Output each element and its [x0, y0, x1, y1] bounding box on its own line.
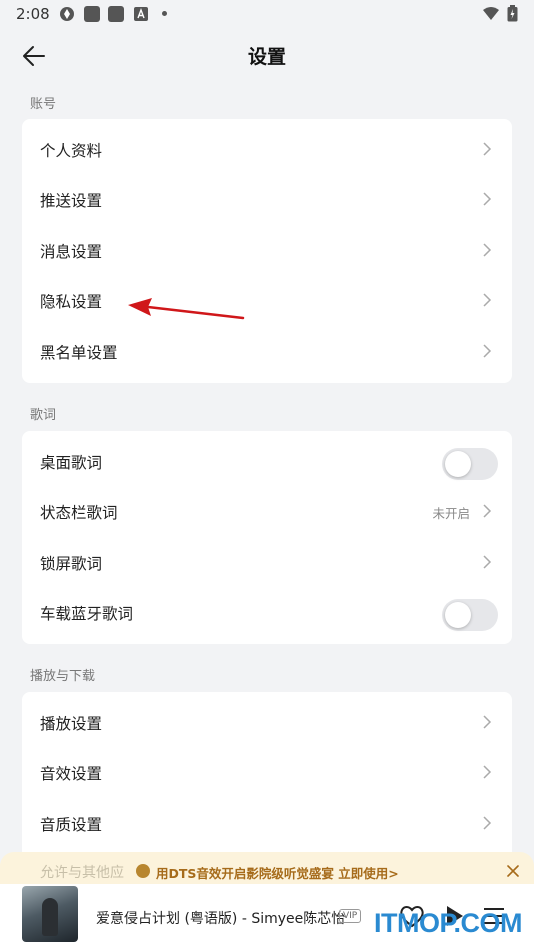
settings-row-profile[interactable]: 个人资料: [22, 125, 512, 175]
partially-hidden-row-label: 允许与其他应: [40, 865, 124, 881]
settings-row-privacy[interactable]: 隐私设置: [22, 276, 512, 326]
font-a-icon: [134, 7, 148, 21]
settings-row-messages[interactable]: 消息设置: [22, 226, 512, 276]
row-label: 消息设置: [40, 243, 103, 261]
settings-row-statusbar-lyrics[interactable]: 状态栏歌词 未开启: [22, 487, 512, 537]
car-bluetooth-lyrics-toggle[interactable]: [442, 599, 498, 631]
chevron-right-icon: [483, 765, 492, 779]
row-label: 隐私设置: [40, 293, 103, 311]
status-bar: 2:08: [0, 0, 534, 28]
status-time: 2:08: [16, 5, 50, 23]
row-value: 未开启: [432, 506, 470, 521]
row-label: 播放设置: [40, 715, 103, 733]
chevron-right-icon: [483, 715, 492, 729]
song-title[interactable]: 爱意侵占计划 (粤语版) - Simyee陈芯怡: [96, 908, 345, 928]
album-art[interactable]: [22, 886, 78, 942]
settings-row-lockscreen-lyrics[interactable]: 锁屏歌词: [22, 538, 512, 588]
chevron-right-icon: [483, 192, 492, 206]
settings-row-car-bluetooth-lyrics[interactable]: 车载蓝牙歌词: [22, 588, 512, 638]
settings-row-audio-quality[interactable]: 音质设置: [22, 799, 512, 849]
section-label-account: 账号: [30, 97, 57, 112]
settings-row-sound-effects[interactable]: 音效设置: [22, 748, 512, 798]
section-label-playback: 播放与下载: [30, 669, 96, 684]
chevron-right-icon: [483, 142, 492, 156]
notification-icon: [84, 6, 100, 22]
chevron-right-icon: [483, 293, 492, 307]
notification-icon: [108, 6, 124, 22]
settings-row-desktop-lyrics[interactable]: 桌面歌词: [22, 437, 512, 487]
account-card: 个人资料 推送设置 消息设置 隐私设置 黑名单设置: [22, 119, 512, 383]
settings-row-push[interactable]: 推送设置: [22, 175, 512, 225]
album-figure: [42, 898, 58, 936]
section-label-lyrics: 歌词: [30, 408, 57, 423]
row-label: 音质设置: [40, 816, 103, 834]
row-label: 状态栏歌词: [40, 504, 118, 522]
battery-icon: [507, 5, 518, 22]
row-label: 锁屏歌词: [40, 555, 103, 573]
more-notifications-dot: [162, 11, 167, 16]
close-icon[interactable]: [504, 862, 522, 880]
promo-text[interactable]: 用DTS音效开启影院级听觉盛宴 立即使用>: [156, 863, 399, 882]
chevron-right-icon: [483, 555, 492, 569]
lyrics-card: 桌面歌词 状态栏歌词 未开启 锁屏歌词 车载蓝牙歌词: [22, 431, 512, 644]
chevron-right-icon: [483, 243, 492, 257]
app-logo-icon: [60, 7, 74, 21]
chevron-right-icon: [483, 504, 492, 518]
settings-row-playback[interactable]: 播放设置: [22, 698, 512, 748]
toggle-knob: [445, 602, 471, 628]
wifi-icon: [483, 7, 499, 20]
annotation-arrow-icon: [128, 298, 245, 320]
row-label: 推送设置: [40, 192, 103, 210]
row-label: 桌面歌词: [40, 454, 103, 472]
row-label: 音效设置: [40, 765, 103, 783]
chevron-right-icon: [483, 816, 492, 830]
desktop-lyrics-toggle[interactable]: [442, 448, 498, 480]
settings-row-blocklist[interactable]: 黑名单设置: [22, 327, 512, 377]
vip-badge: VIP: [339, 909, 362, 923]
row-label: 个人资料: [40, 142, 103, 160]
app-bar: 设置: [0, 28, 534, 84]
page-title: 设置: [247, 46, 286, 68]
toggle-knob: [445, 451, 471, 477]
dts-icon: [136, 864, 150, 878]
row-label: 车载蓝牙歌词: [40, 605, 134, 623]
chevron-right-icon: [483, 344, 492, 358]
watermark: ITMOP.COM: [374, 908, 523, 938]
row-label: 黑名单设置: [40, 344, 118, 362]
